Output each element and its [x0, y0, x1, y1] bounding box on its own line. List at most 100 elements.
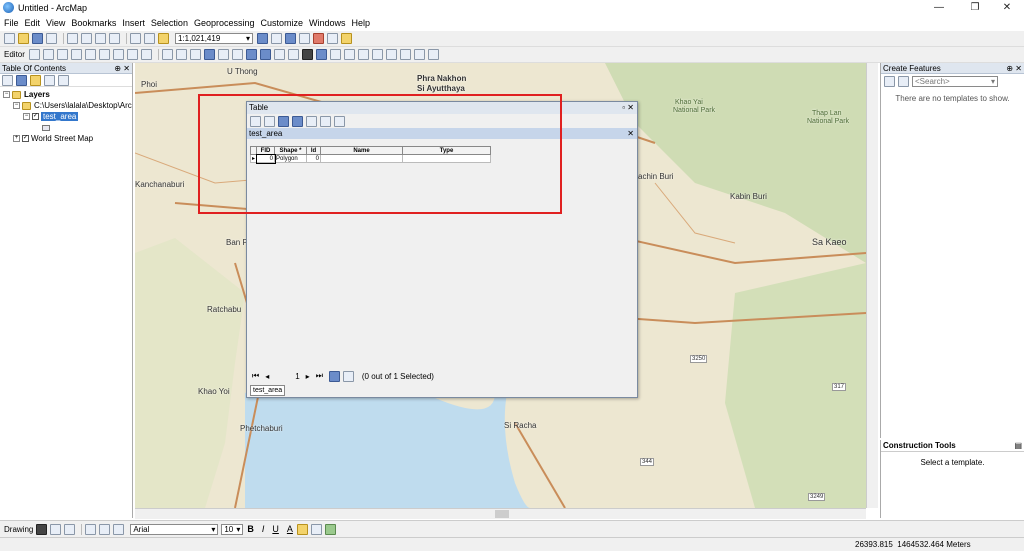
menu-insert[interactable]: Insert: [122, 18, 145, 28]
show-selected-records-icon[interactable]: [342, 370, 354, 382]
font-color-button[interactable]: A: [287, 524, 293, 534]
last-record-icon[interactable]: ⏭: [316, 371, 323, 381]
edit-vertices-icon[interactable]: [113, 523, 125, 535]
drawing-menu[interactable]: Drawing: [4, 525, 33, 534]
straight-segment-icon[interactable]: [56, 49, 68, 60]
html-popup-icon[interactable]: [343, 49, 355, 60]
toc-window-icon[interactable]: [271, 33, 282, 44]
catalog-window-icon[interactable]: [285, 33, 296, 44]
fixed-zoom-out-icon[interactable]: [231, 49, 243, 60]
list-by-drawing-order-icon[interactable]: [2, 74, 13, 86]
rotate-icon[interactable]: [98, 49, 110, 60]
minimize-button[interactable]: —: [922, 0, 956, 15]
copy-icon[interactable]: [81, 33, 92, 44]
menu-geoprocessing[interactable]: Geoprocessing: [194, 18, 255, 28]
select-elements-icon[interactable]: [301, 49, 313, 60]
menu-bookmarks[interactable]: Bookmarks: [71, 18, 116, 28]
new-document-icon[interactable]: [4, 33, 15, 44]
rotate-element-icon[interactable]: [50, 523, 62, 535]
time-slider-icon[interactable]: [413, 49, 425, 60]
go-to-xy-icon[interactable]: [399, 49, 411, 60]
next-record-icon[interactable]: ▸: [306, 372, 310, 381]
template-view-icon[interactable]: [898, 75, 909, 87]
find-icon[interactable]: [371, 49, 383, 60]
attributes-icon[interactable]: [112, 49, 124, 60]
toc-layer-test-area[interactable]: − ✓ test_area: [0, 111, 132, 122]
text-tool-icon[interactable]: [99, 523, 111, 535]
save-icon[interactable]: [32, 33, 43, 44]
first-record-icon[interactable]: ⏮: [252, 371, 259, 381]
edit-tool-icon[interactable]: [28, 49, 40, 60]
zoom-to-element-icon[interactable]: [64, 523, 76, 535]
delete-icon[interactable]: [109, 33, 120, 44]
arctoolbox-icon[interactable]: [313, 33, 324, 44]
measure-icon[interactable]: [357, 49, 369, 60]
pin-close-icon[interactable]: ⊕ ✕: [114, 63, 130, 74]
clear-selection-icon[interactable]: [287, 49, 299, 60]
table-tab[interactable]: test_area: [250, 385, 286, 396]
map-vertical-scrollbar[interactable]: [866, 63, 878, 508]
select-features-icon[interactable]: [273, 49, 285, 60]
pan-icon[interactable]: [189, 49, 201, 60]
template-search-input[interactable]: <Search> ▾: [912, 75, 998, 87]
print-icon[interactable]: [46, 33, 57, 44]
sketch-tool-icon[interactable]: [42, 49, 54, 60]
forward-extent-icon[interactable]: [259, 49, 271, 60]
menu-edit[interactable]: Edit: [25, 18, 41, 28]
full-extent-icon[interactable]: [203, 49, 215, 60]
map-scale-combo[interactable]: 1:1,021,419 ▾: [175, 33, 253, 44]
rectangle-tool-icon[interactable]: [85, 523, 97, 535]
menu-selection[interactable]: Selection: [151, 18, 188, 28]
sketch-properties-icon[interactable]: [126, 49, 138, 60]
menu-help[interactable]: Help: [352, 18, 371, 28]
open-icon[interactable]: [18, 33, 29, 44]
toc-options-icon[interactable]: [58, 74, 69, 86]
close-button[interactable]: ✕: [990, 0, 1024, 15]
collapse-icon[interactable]: −: [3, 91, 10, 98]
close-table-icon[interactable]: ✕: [627, 128, 634, 139]
current-record[interactable]: 1: [295, 372, 299, 381]
redo-icon[interactable]: [144, 33, 155, 44]
model-builder-icon[interactable]: [341, 33, 352, 44]
collapse-icon[interactable]: −: [13, 102, 20, 109]
add-data-icon[interactable]: [158, 33, 169, 44]
fill-color-icon[interactable]: [296, 523, 308, 535]
layer-visibility-checkbox[interactable]: ✓: [32, 113, 39, 120]
maximize-button[interactable]: ❐: [958, 0, 992, 15]
cut-icon[interactable]: [67, 33, 78, 44]
python-window-icon[interactable]: [327, 33, 338, 44]
identify-icon[interactable]: [315, 49, 327, 60]
collapse-icon[interactable]: −: [23, 113, 30, 120]
show-all-records-icon[interactable]: [328, 370, 340, 382]
toc-layer-world-street-map[interactable]: + ✓ World Street Map: [0, 133, 132, 144]
zoom-in-icon[interactable]: [161, 49, 173, 60]
line-color-icon[interactable]: [310, 523, 322, 535]
italic-button[interactable]: I: [262, 524, 265, 534]
toc-layers-row[interactable]: − Layers: [0, 89, 132, 100]
hyperlink-icon[interactable]: [329, 49, 341, 60]
split-icon[interactable]: [84, 49, 96, 60]
font-name-combo[interactable]: Arial ▾: [130, 523, 219, 535]
undo-icon[interactable]: [130, 33, 141, 44]
list-by-visibility-icon[interactable]: [30, 74, 41, 86]
pin-close-icon[interactable]: ⊕ ✕: [1006, 63, 1022, 74]
viewer-window-icon[interactable]: [427, 49, 439, 60]
select-elements-icon[interactable]: [36, 523, 48, 535]
editor-menu[interactable]: Editor: [4, 50, 25, 59]
window-close-icon[interactable]: ▫ ✕: [622, 102, 634, 114]
layer-name-selected[interactable]: test_area: [41, 112, 79, 121]
menu-view[interactable]: View: [46, 18, 65, 28]
map-horizontal-scrollbar[interactable]: [135, 508, 866, 519]
menu-customize[interactable]: Customize: [261, 18, 304, 28]
list-by-source-icon[interactable]: [16, 74, 27, 86]
view-options-icon[interactable]: ▤: [1014, 440, 1022, 452]
trace-icon[interactable]: [70, 49, 82, 60]
list-by-selection-icon[interactable]: [44, 74, 55, 86]
previous-record-icon[interactable]: ◂: [265, 372, 269, 381]
back-extent-icon[interactable]: [245, 49, 257, 60]
scroll-thumb[interactable]: [495, 510, 509, 518]
layer-visibility-checkbox[interactable]: ✓: [22, 135, 29, 142]
toc-folder-row[interactable]: − C:\Users\lalala\Desktop\Arc: [0, 100, 132, 111]
bold-button[interactable]: B: [247, 524, 254, 534]
organize-templates-icon[interactable]: [884, 75, 895, 87]
